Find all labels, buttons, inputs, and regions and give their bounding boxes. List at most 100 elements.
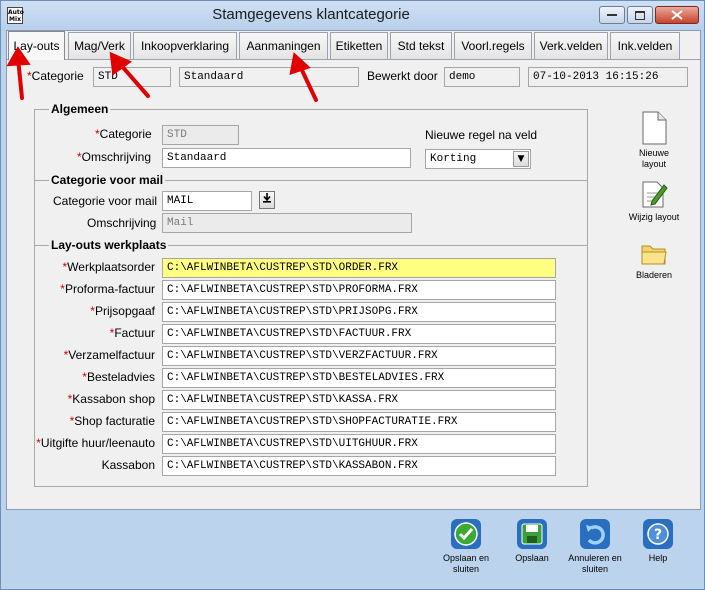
layout-label-text: Besteladvies <box>86 370 155 384</box>
timestamp-field: 07-10-2013 16:15:26 <box>528 67 688 87</box>
tab-label: Voorl.regels <box>461 39 525 53</box>
annuleren-label: Annuleren en sluiten <box>568 553 622 574</box>
nieuwe-regel-label: Nieuwe regel na veld <box>425 128 538 142</box>
maximize-icon <box>635 10 645 20</box>
mail-categorie-field[interactable]: MAIL <box>162 191 252 211</box>
tab-label: Verk.velden <box>539 39 603 53</box>
header-categorie-name-field: Standaard <box>179 67 359 87</box>
layout-label: *Werkplaatsorder <box>63 260 156 274</box>
help-icon: ? <box>643 519 673 549</box>
nieuwe-regel-dropdown[interactable]: Korting ▼ <box>425 149 531 169</box>
layout-path-field[interactable]: C:\AFLWINBETA\CUSTREP\STD\FACTUUR.FRX <box>162 324 556 344</box>
layout-path-field[interactable]: C:\AFLWINBETA\CUSTREP\STD\UITGHUUR.FRX <box>162 434 556 454</box>
layout-label: *Shop facturatie <box>70 414 155 428</box>
layout-path-field[interactable]: C:\AFLWINBETA\CUSTREP\STD\KASSA.FRX <box>162 390 556 410</box>
algemeen-categorie-field[interactable]: STD <box>162 125 239 145</box>
tab-strip-line <box>7 59 700 60</box>
layout-label-text: Prijsopgaaf <box>94 304 155 318</box>
app-window: Auto Mix Stamgegevens klantcategorie Lay… <box>0 0 705 590</box>
layout-label-text: Kassabon shop <box>72 392 155 406</box>
tab-etiketten[interactable]: Etiketten <box>330 32 388 59</box>
layout-label-text: Verzamelfactuur <box>68 348 155 362</box>
opslaan-label: Opslaan <box>515 553 549 563</box>
tab-mag-verk[interactable]: Mag/Verk <box>68 32 131 59</box>
tab-label: Aanmaningen <box>246 39 321 53</box>
algemeen-categorie-label: *Categorie <box>95 127 152 141</box>
header-categorie-label: *Categorie <box>27 69 84 83</box>
lookup-button[interactable] <box>259 191 275 209</box>
tab-voorl-regels[interactable]: Voorl.regels <box>454 32 532 59</box>
layout-label: Kassabon <box>102 458 155 472</box>
layout-path-field[interactable]: C:\AFLWINBETA\CUSTREP\STD\PROFORMA.FRX <box>162 280 556 300</box>
tab-ink-velden[interactable]: Ink.velden <box>610 32 680 59</box>
nieuwe-regel-value: Korting <box>430 153 477 165</box>
opslaan-en-sluiten-label: Opslaan en sluiten <box>442 553 490 574</box>
layout-path-field[interactable]: C:\AFLWINBETA\CUSTREP\STD\BESTELADVIES.F… <box>162 368 556 388</box>
layout-path-field[interactable]: C:\AFLWINBETA\CUSTREP\STD\SHOPFACTURATIE… <box>162 412 556 432</box>
layout-label: *Factuur <box>110 326 155 340</box>
help-button[interactable]: ? Help <box>628 519 688 564</box>
mail-categorie-label: Categorie voor mail <box>53 194 158 208</box>
close-button[interactable] <box>655 6 699 24</box>
algemeen-omschrijving-label: *Omschrijving <box>77 150 152 164</box>
tab-aanmaningen[interactable]: Aanmaningen <box>239 32 328 59</box>
download-arrow-icon <box>263 193 271 203</box>
mail-omschrijving-field: Mail <box>162 213 412 233</box>
title-bar[interactable]: Auto Mix Stamgegevens klantcategorie <box>1 1 704 31</box>
nieuwe-layout-button[interactable]: Nieuwe layout <box>626 111 682 170</box>
undo-icon <box>580 519 610 549</box>
header-categorie-code-field: STD <box>93 67 171 87</box>
annuleren-en-sluiten-button[interactable]: Annuleren en sluiten <box>565 519 625 575</box>
layout-label: *Besteladvies <box>82 370 155 384</box>
layout-label: *Uitgifte huur/leenauto <box>36 436 155 450</box>
minimize-icon <box>607 14 617 16</box>
bladeren-button[interactable]: Bladeren <box>626 241 682 281</box>
layout-label-text: Uitgifte huur/leenauto <box>40 436 155 450</box>
svg-text:?: ? <box>654 527 662 543</box>
layout-path-field[interactable]: C:\AFLWINBETA\CUSTREP\STD\KASSABON.FRX <box>162 456 556 476</box>
layout-label: *Verzamelfactuur <box>64 348 155 362</box>
bewerkt-door-field: demo <box>444 67 520 87</box>
tab-lay-outs[interactable]: Lay-outs <box>8 31 65 60</box>
minimize-button[interactable] <box>599 6 625 24</box>
tab-label: Mag/Verk <box>74 39 125 53</box>
layout-label-text: Proforma-factuur <box>64 282 155 296</box>
wijzig-layout-label: Wijzig layout <box>628 212 680 222</box>
tab-std-tekst[interactable]: Std tekst <box>390 32 452 59</box>
opslaan-button[interactable]: Opslaan <box>502 519 562 564</box>
layout-label-text: Werkplaatsorder <box>67 260 155 274</box>
bladeren-label: Bladeren <box>635 270 673 280</box>
tab-label: Etiketten <box>335 39 383 53</box>
tab-label: Lay-outs <box>13 39 60 53</box>
opslaan-en-sluiten-button[interactable]: Opslaan en sluiten <box>436 519 496 575</box>
wijzig-layout-button[interactable]: Wijzig layout <box>626 179 682 223</box>
layout-label: *Kassabon shop <box>68 392 155 406</box>
edit-document-icon <box>642 181 668 208</box>
help-label: Help <box>648 553 668 563</box>
layout-label: *Proforma-factuur <box>60 282 155 296</box>
mail-omschrijving-label: Omschrijving <box>87 216 157 230</box>
layouts-title: Lay-outs werkplaats <box>49 238 169 252</box>
layout-path-field[interactable]: C:\AFLWINBETA\CUSTREP\STD\ORDER.FRX <box>162 258 556 278</box>
algemeen-omschrijving-field[interactable]: Standaard <box>162 148 411 168</box>
tab-label: Std tekst <box>397 39 445 53</box>
tab-label: Ink.velden <box>617 39 673 53</box>
new-document-icon <box>642 111 667 145</box>
algemeen-title: Algemeen <box>49 102 111 116</box>
save-disk-icon <box>517 519 547 549</box>
check-save-icon <box>451 519 481 549</box>
layout-path-field[interactable]: C:\AFLWINBETA\CUSTREP\STD\PRIJSOPG.FRX <box>162 302 556 322</box>
folder-icon <box>641 245 667 265</box>
layout-label-text: Factuur <box>114 326 155 340</box>
bewerkt-door-label: Bewerkt door <box>367 69 438 83</box>
dialog-content: Lay-outs Mag/Verk Inkoopverklaring Aanma… <box>6 30 701 510</box>
tab-verk-velden[interactable]: Verk.velden <box>534 32 608 59</box>
layout-label-text: Shop facturatie <box>74 414 155 428</box>
mail-title: Categorie voor mail <box>49 173 166 187</box>
tab-inkoopverklaring[interactable]: Inkoopverklaring <box>133 32 237 59</box>
chevron-down-icon[interactable]: ▼ <box>513 151 529 167</box>
layout-path-field[interactable]: C:\AFLWINBETA\CUSTREP\STD\VERZFACTUUR.FR… <box>162 346 556 366</box>
nieuwe-layout-label: Nieuwe layout <box>638 148 669 169</box>
tab-label: Inkoopverklaring <box>140 39 230 53</box>
maximize-button[interactable] <box>627 6 653 24</box>
